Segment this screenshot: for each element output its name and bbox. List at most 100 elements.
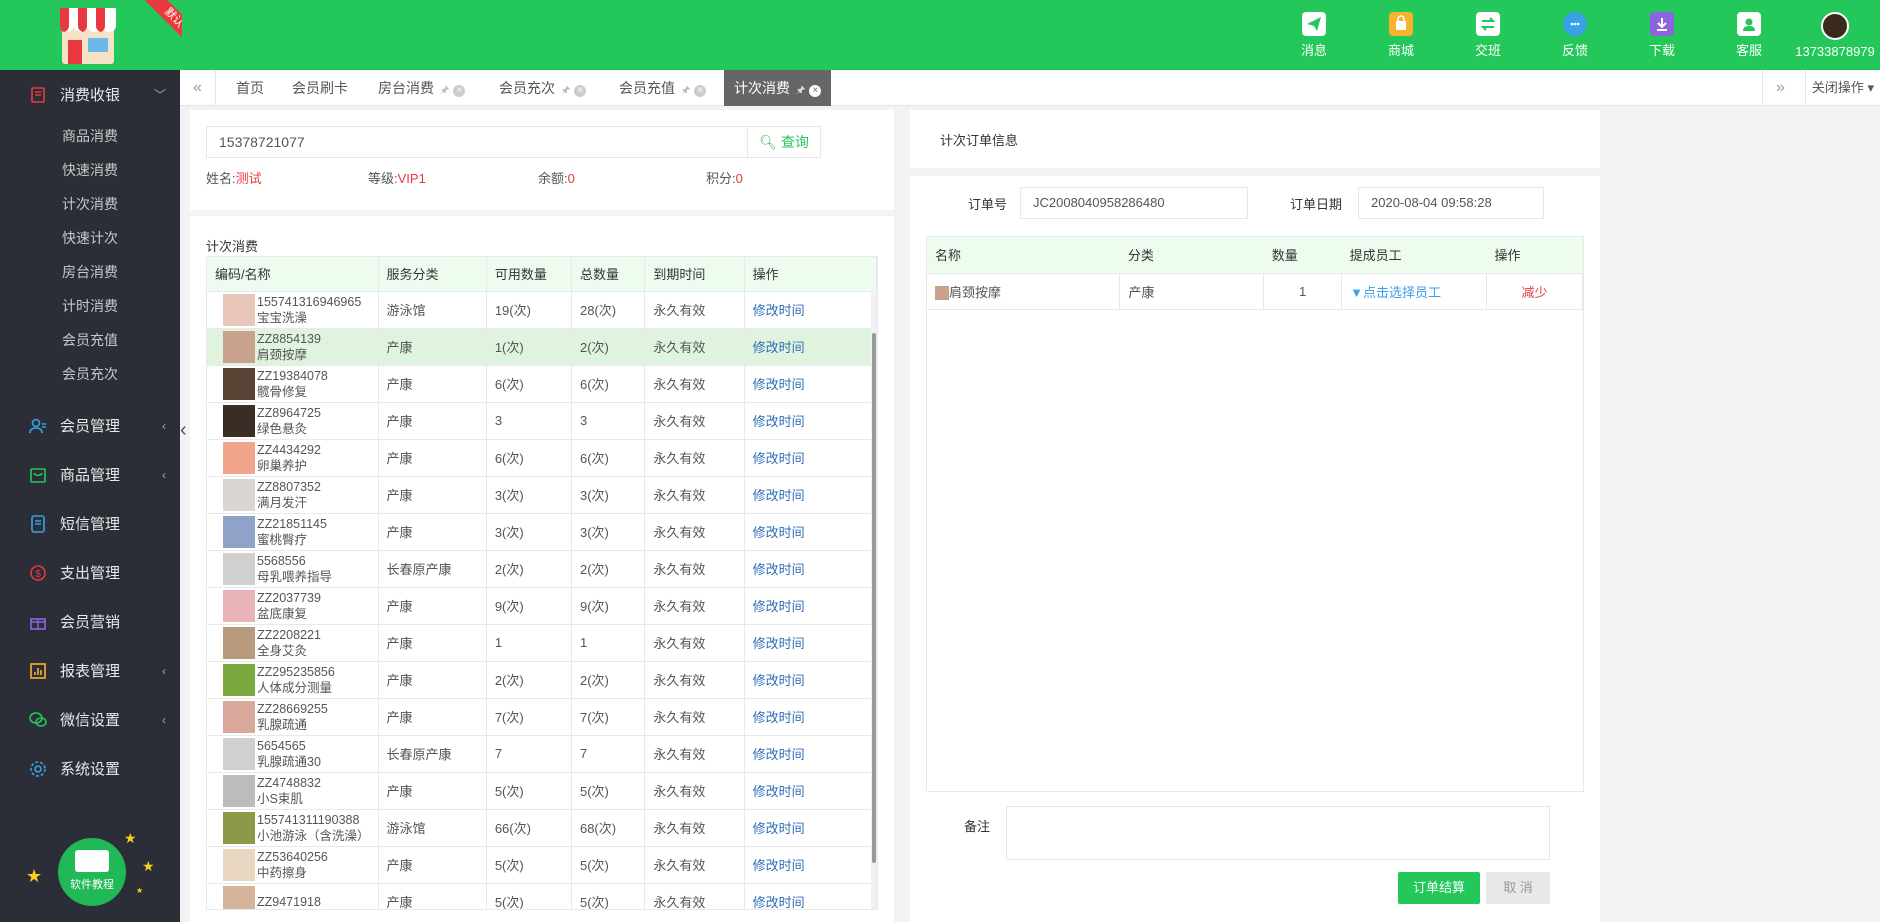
tab-times-consume[interactable]: 计次消费 🖈 × [724,70,832,106]
sidebar-group-marketing[interactable]: 会员营销 [0,597,180,646]
tab-member-card[interactable]: 会员刷卡 [282,70,358,106]
tab-home[interactable]: 首页 [226,70,274,106]
nav-download[interactable]: 下载 [1630,12,1694,59]
decrease-link[interactable]: 减少 [1486,273,1583,310]
edit-time-link[interactable]: 修改时间 [744,291,877,329]
chevron-left-icon: ‹ [162,418,166,433]
table-row[interactable]: ZZ8807352 满月发汗 产康 3(次) 3(次) 永久有效 修改时间 [207,476,877,514]
edit-time-link[interactable]: 修改时间 [744,513,877,551]
cancel-button[interactable]: 取 消 [1486,872,1550,904]
table-row[interactable]: 155741316946965 宝宝洗澡 游泳馆 19(次) 28(次) 永久有效 修改时间 [207,291,877,329]
sidebar-group-wechat[interactable]: 微信设置 ‹ [0,695,180,744]
table-row[interactable]: ZZ9471918 产康 5(次) 5(次) 永久有效 修改时间 [207,883,877,909]
download-icon [1650,12,1674,36]
close-icon[interactable]: × [694,85,707,97]
search-button[interactable]: 🔍︎ 查询 [747,126,821,158]
col-header: 分类 [1119,237,1264,274]
edit-time-link[interactable]: 修改时间 [744,550,877,588]
remark-textarea[interactable] [1006,806,1550,860]
nav-feedback[interactable]: 反馈 [1543,12,1607,59]
remark-label: 备注 [964,819,991,834]
edit-time-link[interactable]: 修改时间 [744,846,877,884]
tab-scroll-left[interactable]: « [180,70,216,106]
edit-time-link[interactable]: 修改时间 [744,476,877,514]
order-no-label: 订单号 [968,197,1008,212]
edit-time-link[interactable]: 修改时间 [744,698,877,736]
user-menu[interactable]: 13733878979 [1790,12,1880,59]
scrollbar[interactable] [871,293,877,909]
order-no-field[interactable]: JC2008040958286480 [1020,187,1248,219]
table-row[interactable]: ZZ4434292 卵巢养护 产康 6(次) 6(次) 永久有效 修改时间 [207,439,877,477]
swap-icon [1476,12,1500,36]
edit-time-link[interactable]: 修改时间 [744,772,877,810]
select-staff-link[interactable]: ▼点击选择员工 [1341,273,1488,310]
edit-time-link[interactable]: 修改时间 [744,328,877,366]
scrollbar-thumb[interactable] [872,333,876,863]
sidebar-item[interactable]: 房台消费 [0,255,180,289]
order-date-field[interactable]: 2020-08-04 09:58:28 [1358,187,1544,219]
close-operations-menu[interactable]: 关闭操作 ▾ [1804,70,1880,106]
table-row[interactable]: ZZ28669255 乳腺疏通 产康 7(次) 7(次) 永久有效 修改时间 [207,698,877,736]
sidebar-group-member[interactable]: 会员管理 ‹ [0,401,180,450]
edit-time-link[interactable]: 修改时间 [744,587,877,625]
sidebar-group-sms[interactable]: 短信管理 [0,499,180,548]
sidebar-group-goods[interactable]: 商品管理 ‹ [0,450,180,499]
pin-icon[interactable]: 🖈 [681,85,690,96]
nav-shop[interactable]: 商城 [1369,12,1433,59]
member-search-input[interactable]: 15378721077 [206,126,748,158]
edit-time-link[interactable]: 修改时间 [744,809,877,847]
tutorial-button[interactable]: ★ ★ ★ ★ 软件教程 [20,830,160,920]
sidebar-group-report[interactable]: 报表管理 ‹ [0,646,180,695]
nav-service[interactable]: 客服 [1717,12,1781,59]
sidebar-item[interactable]: 会员充值 [0,323,180,357]
close-icon[interactable]: × [453,85,466,97]
close-icon[interactable]: × [809,85,822,97]
nav-message[interactable]: 消息 [1282,12,1346,59]
item-thumbnail [223,811,255,844]
pin-icon[interactable]: 🖈 [561,85,570,96]
item-thumbnail [223,367,255,400]
sidebar-item[interactable]: 商品消费 [0,119,180,153]
table-row[interactable]: 155741311190388 小池游泳（含洗澡） 游泳馆 66(次) 68(次) 永久有… [207,809,877,847]
nav-handover[interactable]: 交班 [1456,12,1520,59]
edit-time-link[interactable]: 修改时间 [744,624,877,662]
sidebar-group-expense[interactable]: $ 支出管理 [0,548,180,597]
sidebar-item[interactable]: 计时消费 [0,289,180,323]
edit-time-link[interactable]: 修改时间 [744,735,877,773]
shop-logo[interactable] [56,2,120,66]
edit-time-link[interactable]: 修改时间 [744,365,877,403]
pin-icon[interactable]: 🖈 [440,85,449,96]
item-thumbnail [223,589,255,622]
table-row[interactable]: ZZ8964725 绿色悬灸 产康 3 3 永久有效 修改时间 [207,402,877,440]
tab-scroll-right[interactable]: » [1762,70,1798,106]
sidebar-group-settings[interactable]: 系统设置 [0,744,180,793]
close-icon[interactable]: × [574,85,587,97]
order-title: 计次订单信息 [940,133,1019,148]
table-row[interactable]: 5654565 乳腺疏通30 长春原产康 7 7 永久有效 修改时间 [207,735,877,773]
sidebar-item[interactable]: 快速消费 [0,153,180,187]
edit-time-link[interactable]: 修改时间 [744,661,877,699]
table-row[interactable]: ZZ21851145 蜜桃臀疗 产康 3(次) 3(次) 永久有效 修改时间 [207,513,877,551]
tab-room-consume[interactable]: 房台消费 🖈 × [368,70,475,106]
sidebar-group-consume[interactable]: 消费收银 ﹀ [0,70,180,119]
table-row[interactable]: ZZ2037739 盆底康复 产康 9(次) 9(次) 永久有效 修改时间 [207,587,877,625]
table-row[interactable]: ZZ295235856 人体成分测量 产康 2(次) 2(次) 永久有效 修改时间 [207,661,877,699]
edit-time-link[interactable]: 修改时间 [744,883,877,909]
table-row[interactable]: 5568556 母乳喂养指导 长春原产康 2(次) 2(次) 永久有效 修改时间 [207,550,877,588]
tab-member-recharge[interactable]: 会员充值 🖈 × [609,70,716,106]
table-row[interactable]: ZZ19384078 髋骨修复 产康 6(次) 6(次) 永久有效 修改时间 [207,365,877,403]
table-row[interactable]: ZZ2208221 全身艾灸 产康 1 1 永久有效 修改时间 [207,624,877,662]
sidebar-item[interactable]: 快速计次 [0,221,180,255]
table-row[interactable]: ZZ8854139 肩颈按摩 产康 1(次) 2(次) 永久有效 修改时间 [207,328,877,366]
pin-icon[interactable]: 🖈 [796,85,805,96]
order-items-table: 名称 分类 数量 提成员工 操作 肩颈按摩 产康 1 ▼点击选择员工 减少 [926,236,1584,792]
sidebar-item[interactable]: 计次消费 [0,187,180,221]
checkout-button[interactable]: 订单结算 [1398,872,1480,904]
chevron-down-icon: ﹀ [153,88,166,102]
edit-time-link[interactable]: 修改时间 [744,402,877,440]
tab-member-recharge-times[interactable]: 会员充次 🖈 × [489,70,596,106]
sidebar-item[interactable]: 会员充次 [0,357,180,391]
table-row[interactable]: ZZ4748832 小S束肌 产康 5(次) 5(次) 永久有效 修改时间 [207,772,877,810]
edit-time-link[interactable]: 修改时间 [744,439,877,477]
table-row[interactable]: ZZ53640256 中药擦身 产康 5(次) 5(次) 永久有效 修改时间 [207,846,877,884]
